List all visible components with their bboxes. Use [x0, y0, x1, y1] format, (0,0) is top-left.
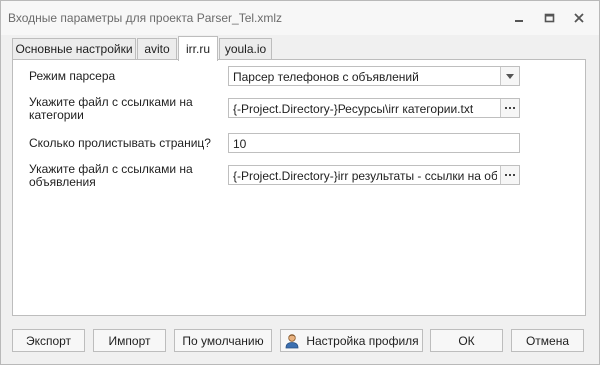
- dialog-window: Входные параметры для проекта Parser_Tel…: [0, 0, 600, 365]
- ads-file-label: Укажите файл с ссылками на объявления: [29, 162, 193, 189]
- category-file-value: {-Project.Directory-}Ресурсы\irr категор…: [233, 102, 474, 116]
- maximize-button[interactable]: [538, 9, 560, 27]
- maximize-icon: [544, 13, 554, 23]
- user-profile-icon: [284, 333, 300, 349]
- minimize-button[interactable]: [508, 9, 530, 27]
- ok-button[interactable]: ОК: [430, 329, 503, 352]
- parser-mode-value: Парсер телефонов с объявлений: [233, 70, 419, 84]
- ads-file-input[interactable]: {-Project.Directory-}irr результаты - сс…: [228, 165, 520, 185]
- tab-youla[interactable]: youla.io: [219, 38, 272, 59]
- title-bar[interactable]: Входные параметры для проекта Parser_Tel…: [1, 1, 599, 35]
- parser-mode-dropdown-button[interactable]: [500, 67, 519, 85]
- export-button[interactable]: Экспорт: [12, 329, 85, 352]
- import-button[interactable]: Импорт: [93, 329, 166, 352]
- tab-avito[interactable]: avito: [137, 38, 177, 59]
- pages-count-input[interactable]: 10: [228, 133, 520, 153]
- ads-file-value: {-Project.Directory-}irr результаты - сс…: [233, 169, 497, 183]
- pages-count-value: 10: [233, 137, 247, 151]
- category-file-input[interactable]: {-Project.Directory-}Ресурсы\irr категор…: [228, 98, 520, 118]
- category-file-label: Укажите файл с ссылками на категории: [29, 95, 193, 122]
- chevron-down-icon: [506, 73, 514, 79]
- pages-count-label: Сколько пролистывать страниц?: [29, 136, 211, 150]
- tab-panel: Режим парсера Парсер телефонов с объявле…: [12, 59, 586, 316]
- default-button[interactable]: По умолчанию: [174, 329, 272, 352]
- close-button[interactable]: [568, 9, 590, 27]
- parser-mode-select[interactable]: Парсер телефонов с объявлений: [228, 66, 520, 86]
- profile-settings-label: Настройка профиля: [306, 333, 419, 348]
- parser-mode-label: Режим парсера: [29, 69, 116, 83]
- tab-irr[interactable]: irr.ru: [178, 36, 218, 61]
- ellipsis-icon: [505, 106, 515, 109]
- window-title: Входные параметры для проекта Parser_Tel…: [8, 11, 283, 25]
- minimize-icon: [515, 20, 523, 22]
- category-file-browse-button[interactable]: [500, 99, 519, 117]
- profile-settings-button[interactable]: Настройка профиля: [280, 329, 423, 352]
- cancel-button[interactable]: Отмена: [511, 329, 584, 352]
- close-icon: [574, 13, 584, 23]
- tab-main-settings[interactable]: Основные настройки: [12, 38, 136, 59]
- ellipsis-icon: [505, 173, 515, 176]
- ads-file-browse-button[interactable]: [500, 166, 519, 184]
